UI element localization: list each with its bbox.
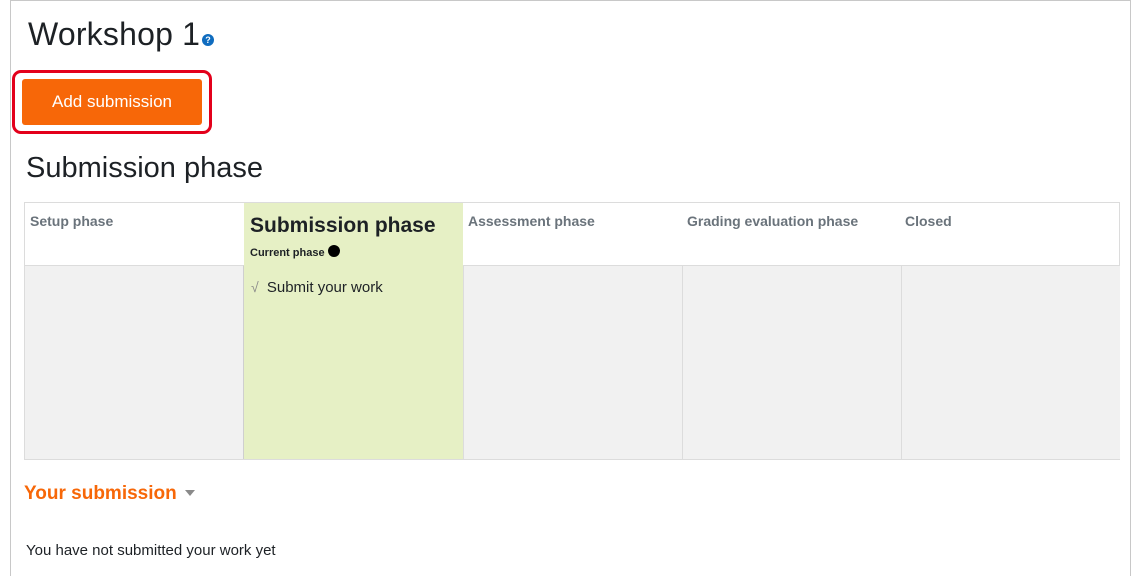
phase-name-assessment[interactable]: Assessment phase: [468, 213, 595, 229]
phase-tasks: [463, 265, 682, 459]
your-submission-heading[interactable]: Your submission: [24, 483, 177, 504]
your-submission-toggle[interactable]: Your submission: [24, 483, 195, 505]
check-icon: √: [251, 279, 259, 295]
chevron-down-icon[interactable]: [184, 490, 195, 496]
phase-tasks: [901, 265, 1120, 459]
phase-column-submission: Submission phase Current phase √ Submit …: [244, 203, 463, 459]
phase-name-submission: Submission phase: [250, 214, 436, 237]
phase-header: Setup phase: [25, 203, 244, 265]
page-title: Workshop 1?: [28, 14, 215, 54]
phase-tasks: √ Submit your work: [244, 265, 463, 459]
phase-column-assessment: Assessment phase: [463, 203, 682, 459]
current-phase-dot-icon: [327, 245, 340, 257]
current-phase-label: Current phase: [250, 245, 340, 259]
phase-column-grading: Grading evaluation phase: [682, 203, 901, 459]
task-label: Submit your work: [266, 279, 383, 296]
phase-header: Assessment phase: [463, 203, 682, 265]
phase-name-setup[interactable]: Setup phase: [30, 213, 113, 229]
phase-header: Grading evaluation phase: [682, 203, 901, 265]
help-icon[interactable]: ?: [202, 34, 215, 46]
page-title-text: Workshop 1: [28, 16, 201, 52]
phase-table: Setup phase Submission phase Current pha…: [24, 202, 1120, 460]
phase-header: Closed: [901, 203, 1120, 265]
phase-name-closed[interactable]: Closed: [905, 213, 952, 229]
phase-column-closed: Closed: [901, 203, 1120, 459]
phase-name-grading[interactable]: Grading evaluation phase: [687, 213, 858, 229]
current-phase-heading: Submission phase: [26, 152, 263, 184]
current-phase-label-text: Current phase: [250, 247, 325, 259]
submission-status-text: You have not submitted your work yet: [26, 542, 276, 559]
phase-tasks: [25, 265, 244, 459]
phase-tasks: [682, 265, 901, 459]
phase-header: Submission phase Current phase: [244, 203, 463, 265]
add-submission-button[interactable]: Add submission: [22, 79, 202, 125]
task-item: √ Submit your work: [251, 279, 383, 296]
phase-column-setup: Setup phase: [25, 203, 244, 459]
